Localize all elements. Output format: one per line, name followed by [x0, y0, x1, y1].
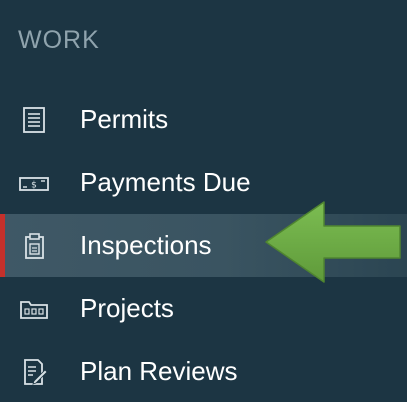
svg-text:$: $ — [31, 180, 37, 190]
sidebar-item-plan-reviews[interactable]: Plan Reviews — [0, 340, 407, 402]
pointer-arrow-icon — [265, 201, 401, 283]
clipboard-icon — [18, 230, 50, 262]
sidebar-item-label: Plan Reviews — [80, 356, 238, 386]
sidebar-item-label: Inspections — [80, 230, 212, 260]
sidebar-item-permits[interactable]: Permits — [0, 88, 407, 151]
active-indicator — [0, 214, 5, 277]
sidebar-item-label: Projects — [80, 293, 174, 323]
dollar-bill-icon: $ — [18, 167, 50, 199]
sidebar-item-label: Permits — [80, 104, 169, 134]
document-icon — [18, 104, 50, 136]
section-title: WORK — [18, 26, 100, 54]
sidebar: WORK Permits $ Payments Due Inspections … — [0, 0, 407, 402]
sidebar-item-label: Payments Due — [80, 167, 251, 197]
folder-icon — [18, 293, 50, 325]
document-edit-icon — [18, 356, 50, 388]
